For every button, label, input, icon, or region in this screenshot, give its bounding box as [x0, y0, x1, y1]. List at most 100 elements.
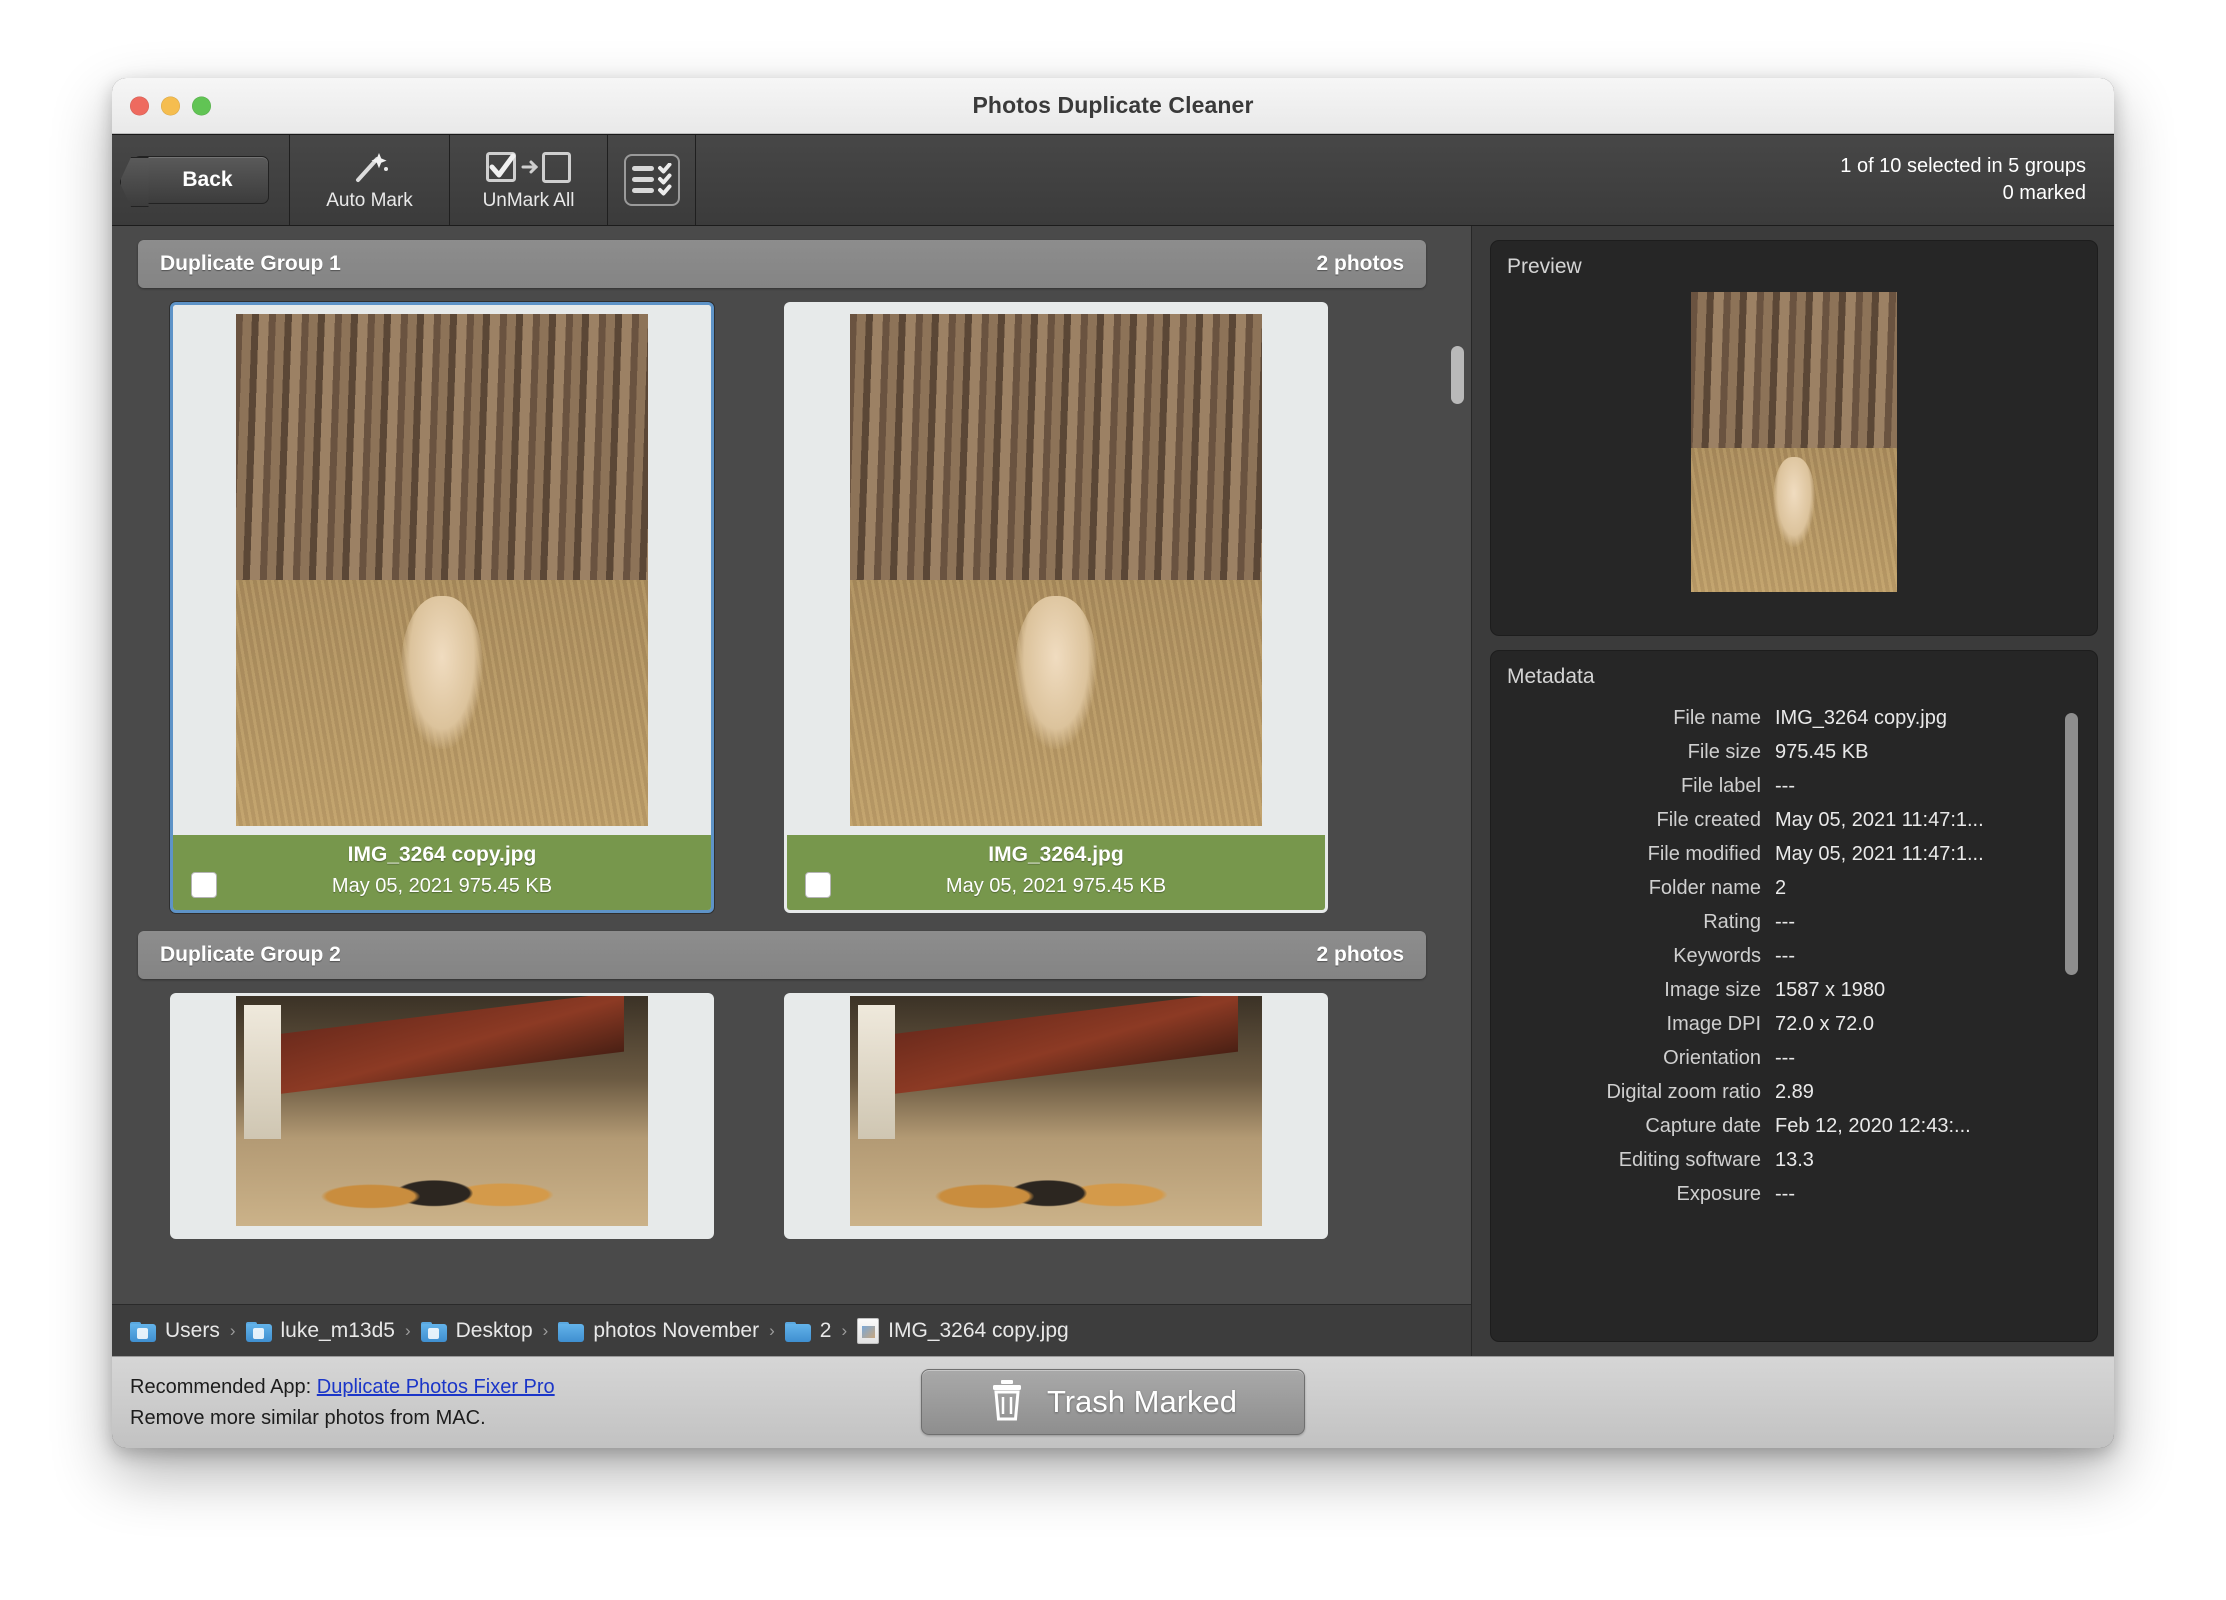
metadata-row: Orientation --- — [1507, 1047, 2053, 1070]
folder-icon — [784, 1320, 811, 1342]
metadata-row: Folder name 2 — [1507, 877, 2053, 900]
list-view-icon — [623, 154, 680, 206]
photo-card[interactable]: IMG_3264.jpg May 05, 2021 975.45 KB — [784, 302, 1328, 913]
metadata-row: Image DPI 72.0 x 72.0 — [1507, 1013, 2053, 1036]
trash-icon — [989, 1379, 1025, 1426]
auto-mark-button[interactable]: Auto Mark — [290, 135, 450, 225]
back-button-cell[interactable]: Back — [112, 135, 290, 225]
photo-thumbnail[interactable] — [787, 305, 1325, 835]
metadata-row: Capture date Feb 12, 2020 12:43:... — [1507, 1115, 2053, 1138]
magic-wand-icon — [350, 148, 390, 188]
metadata-row: File label --- — [1507, 775, 2053, 798]
photo-thumbnail[interactable] — [173, 305, 711, 835]
preview-image-dog-in-woods — [1691, 292, 1897, 592]
breadcrumb: Users › luke_m13d5 › Desktop › photos No… — [112, 1304, 1471, 1356]
group-header[interactable]: Duplicate Group 2 2 photos — [138, 931, 1426, 979]
metadata-scrollbar[interactable] — [2065, 713, 2079, 983]
metadata-key: Keywords — [1673, 945, 1761, 967]
checkbox-to-empty-icon — [485, 148, 572, 188]
metadata-panel: Metadata File name IMG_3264 copy.jpg Fil… — [1490, 650, 2098, 1342]
metadata-key: File name — [1673, 707, 1761, 729]
back-button[interactable]: Back — [132, 156, 269, 204]
photo-caption: IMG_3264 copy.jpg May 05, 2021 975.45 KB — [173, 835, 711, 910]
folder-icon — [130, 1320, 156, 1342]
breadcrumb-item-users[interactable]: Users — [130, 1319, 220, 1343]
view-options-button[interactable] — [608, 135, 696, 225]
group-photo-count: 2 photos — [1316, 252, 1405, 275]
recommended-app-link[interactable]: Duplicate Photos Fixer Pro — [317, 1376, 555, 1398]
group-header[interactable]: Duplicate Group 1 2 photos — [138, 240, 1426, 288]
photo-card[interactable] — [784, 993, 1328, 1239]
metadata-value: 975.45 KB — [1775, 741, 1869, 763]
window-titlebar: Photos Duplicate Cleaner — [112, 78, 2114, 134]
breadcrumb-separator: › — [542, 1320, 549, 1340]
breadcrumb-item-2[interactable]: 2 — [784, 1319, 831, 1343]
group-title: Duplicate Group 1 — [160, 252, 341, 275]
metadata-key: File label — [1680, 775, 1761, 797]
unmark-all-button[interactable]: UnMark All — [450, 135, 608, 225]
photo-mark-checkbox[interactable] — [191, 872, 217, 898]
folder-icon — [558, 1320, 585, 1342]
photo-image-baby-chicks — [850, 996, 1262, 1226]
photo-date-size: May 05, 2021 975.45 KB — [331, 875, 553, 897]
photo-card[interactable] — [170, 993, 714, 1239]
breadcrumb-item-file[interactable]: IMG_3264 copy.jpg — [857, 1317, 1069, 1344]
toolbar-status-area: 1 of 10 selected in 5 groups 0 marked — [696, 135, 2114, 225]
photo-image-dog-in-woods — [236, 314, 648, 826]
metadata-row: Editing software 13.3 — [1507, 1149, 2053, 1172]
photo-thumbnail[interactable] — [787, 996, 1325, 1236]
metadata-key: Image DPI — [1666, 1013, 1761, 1035]
window-title: Photos Duplicate Cleaner — [972, 92, 1254, 118]
decorative-wall-strip — [858, 1005, 896, 1139]
group-thumbnail-row — [138, 993, 1447, 1239]
metadata-scrollbar-thumb[interactable] — [2065, 713, 2078, 975]
metadata-row: File size 975.45 KB — [1507, 741, 2053, 764]
photo-card[interactable]: IMG_3264 copy.jpg May 05, 2021 975.45 KB — [170, 302, 714, 913]
recommended-app-line: Recommended App: Duplicate Photos Fixer … — [130, 1376, 555, 1399]
trash-marked-button[interactable]: Trash Marked — [921, 1369, 1305, 1435]
duplicate-groups-pane: Duplicate Group 1 2 photos IMG_3264 copy… — [112, 226, 1472, 1356]
minimize-button[interactable] — [161, 96, 180, 115]
breadcrumb-separator: › — [769, 1320, 775, 1340]
metadata-key: Folder name — [1648, 877, 1761, 899]
photo-thumbnail[interactable] — [173, 996, 711, 1236]
photo-mark-checkbox[interactable] — [805, 872, 831, 898]
groups-scroll-area[interactable]: Duplicate Group 1 2 photos IMG_3264 copy… — [112, 226, 1471, 1304]
group-thumbnail-row: IMG_3264 copy.jpg May 05, 2021 975.45 KB — [138, 302, 1447, 913]
close-button[interactable] — [130, 96, 149, 115]
metadata-value: --- — [1775, 1183, 1795, 1205]
metadata-row: File modified May 05, 2021 11:47:1... — [1507, 843, 2053, 866]
unmark-all-label: UnMark All — [482, 190, 575, 211]
metadata-key: Image size — [1664, 979, 1761, 1001]
decorative-wall-strip — [244, 1005, 282, 1139]
breadcrumb-item-user[interactable]: luke_m13d5 — [245, 1319, 395, 1343]
photo-filename: IMG_3264 copy.jpg — [347, 843, 537, 866]
breadcrumb-separator: › — [404, 1320, 411, 1340]
metadata-row: Digital zoom ratio 2.89 — [1507, 1081, 2053, 1104]
metadata-value: --- — [1775, 945, 1795, 967]
photo-image-baby-chicks — [236, 996, 648, 1226]
metadata-row: Image size 1587 x 1980 — [1507, 979, 2053, 1002]
breadcrumb-label: IMG_3264 copy.jpg — [888, 1318, 1069, 1342]
content-split: Duplicate Group 1 2 photos IMG_3264 copy… — [112, 226, 2114, 1356]
photo-caption: IMG_3264.jpg May 05, 2021 975.45 KB — [787, 835, 1325, 910]
window-controls — [130, 96, 211, 115]
metadata-key: File size — [1687, 741, 1761, 763]
metadata-value: 72.0 x 72.0 — [1775, 1013, 1874, 1035]
recommended-app-block: Recommended App: Duplicate Photos Fixer … — [130, 1376, 555, 1430]
selection-status: 1 of 10 selected in 5 groups 0 marked — [1840, 153, 2086, 207]
breadcrumb-label: Users — [165, 1318, 220, 1342]
main-toolbar: Back Auto Mark UnMark All 1 of 10 select… — [112, 134, 2114, 226]
metadata-value: Feb 12, 2020 12:43:... — [1775, 1115, 1971, 1137]
zoom-button[interactable] — [192, 96, 211, 115]
breadcrumb-item-desktop[interactable]: Desktop — [420, 1319, 533, 1343]
metadata-key: Exposure — [1676, 1183, 1762, 1205]
metadata-row: Rating --- — [1507, 911, 2053, 934]
breadcrumb-item-photos-november[interactable]: photos November — [558, 1319, 759, 1343]
metadata-key: File created — [1656, 809, 1762, 831]
breadcrumb-separator: › — [841, 1320, 848, 1340]
metadata-list[interactable]: File name IMG_3264 copy.jpg File size 97… — [1507, 707, 2081, 1331]
metadata-value: 2.89 — [1775, 1081, 1814, 1103]
group-title: Duplicate Group 2 — [160, 943, 341, 966]
footer-bar: Recommended App: Duplicate Photos Fixer … — [112, 1356, 2114, 1448]
